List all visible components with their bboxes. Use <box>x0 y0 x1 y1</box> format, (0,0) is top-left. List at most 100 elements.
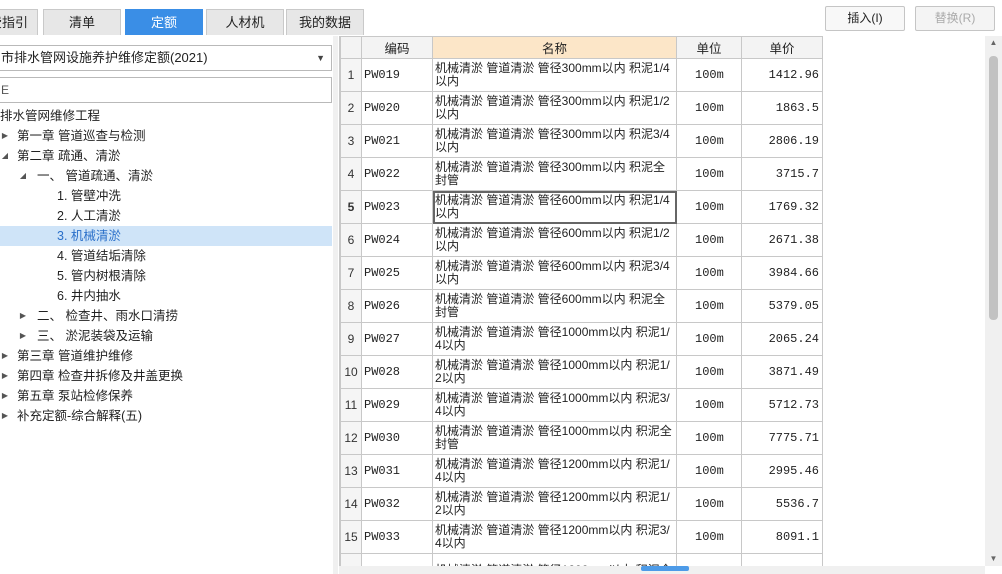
column-header-code[interactable]: 编码 <box>361 36 433 59</box>
cell-unit[interactable]: 100m <box>676 223 742 257</box>
cell-price[interactable]: 1412.96 <box>741 58 823 92</box>
collapse-triangle-icon[interactable]: ▶ <box>0 386 10 406</box>
cell-code[interactable]: PW026 <box>361 289 433 323</box>
cell-price[interactable]: 5379.05 <box>741 289 823 323</box>
cell-price[interactable]: 3715.7 <box>741 157 823 191</box>
replace-button[interactable]: 替换(R) <box>915 6 995 31</box>
cell-code[interactable]: PW023 <box>361 190 433 224</box>
collapse-triangle-icon[interactable]: ▶ <box>0 406 10 426</box>
row-number[interactable]: 6 <box>340 223 362 257</box>
cell-name[interactable]: 机械清淤 管道清淤 管径1000mm以内 积泥3/4以内 <box>432 388 677 422</box>
cell-name[interactable]: 机械清淤 管道清淤 管径300mm以内 积泥全封管 <box>432 157 677 191</box>
cell-code[interactable]: PW019 <box>361 58 433 92</box>
cell-price[interactable]: 8091.1 <box>741 520 823 554</box>
tree-item[interactable]: 4. 管道结垢清除 <box>0 246 332 266</box>
cell-name[interactable]: 机械清淤 管道清淤 管径300mm以内 积泥1/2以内 <box>432 91 677 125</box>
cell-name[interactable]: 机械清淤 管道清淤 管径1200mm以内 积泥全 <box>432 553 677 566</box>
cell-price[interactable]: 2806.19 <box>741 124 823 158</box>
cell-code[interactable]: PW021 <box>361 124 433 158</box>
cell-unit[interactable]: 100m <box>676 289 742 323</box>
table-row[interactable]: 1 PW019 机械清淤 管道清淤 管径300mm以内 积泥1/4以内 100m 141… <box>340 58 823 92</box>
cell-name[interactable]: 机械清淤 管道清淤 管径1000mm以内 积泥1/2以内 <box>432 355 677 389</box>
tree-item[interactable]: ◢ 第二章 疏通、清淤 <box>0 146 332 166</box>
table-row[interactable]: 15 PW033 机械清淤 管道清淤 管径1200mm以内 积泥3/4以内 100m 8… <box>340 520 823 554</box>
table-row[interactable]: 10 PW028 机械清淤 管道清淤 管径1000mm以内 积泥1/2以内 100m 3… <box>340 355 823 389</box>
cell-code[interactable]: PW030 <box>361 421 433 455</box>
table-row[interactable]: 5 PW023 机械清淤 管道清淤 管径600mm以内 积泥1/4以内 100m 176… <box>340 190 823 224</box>
cell-price[interactable]: 2065.24 <box>741 322 823 356</box>
cell-code[interactable]: PW027 <box>361 322 433 356</box>
tree-item[interactable]: ▶ 第四章 检查井拆修及井盖更换 <box>0 366 332 386</box>
cell-price[interactable]: 1863.5 <box>741 91 823 125</box>
cell-code[interactable]: PW025 <box>361 256 433 290</box>
tree-item[interactable]: 5. 管内树根清除 <box>0 266 332 286</box>
scroll-up-icon[interactable]: ▲ <box>985 36 1002 50</box>
cell-unit[interactable]: 100m <box>676 421 742 455</box>
tab-quota[interactable]: 定额 <box>125 9 203 35</box>
cell-code[interactable]: PW024 <box>361 223 433 257</box>
cell-unit[interactable] <box>676 553 742 566</box>
cell-unit[interactable]: 100m <box>676 256 742 290</box>
row-number[interactable]: 9 <box>340 322 362 356</box>
tree-item[interactable]: 1. 管壁冲洗 <box>0 186 332 206</box>
tree-item[interactable]: ◢ 一、 管道疏通、清淤 <box>0 166 332 186</box>
row-number[interactable]: 2 <box>340 91 362 125</box>
cell-unit[interactable]: 100m <box>676 124 742 158</box>
table-row[interactable]: 8 PW026 机械清淤 管道清淤 管径600mm以内 积泥全封管 100m 5379.… <box>340 289 823 323</box>
cell-price[interactable]: 3984.66 <box>741 256 823 290</box>
scroll-down-icon[interactable]: ▼ <box>985 552 1002 566</box>
cell-code[interactable]: PW029 <box>361 388 433 422</box>
cell-unit[interactable]: 100m <box>676 58 742 92</box>
cell-unit[interactable]: 100m <box>676 190 742 224</box>
row-number[interactable]: 14 <box>340 487 362 521</box>
tree-item[interactable]: 3. 机械清淤 <box>0 226 332 246</box>
cell-unit[interactable]: 100m <box>676 454 742 488</box>
tree-item[interactable]: ▶ 第一章 管道巡查与检测 <box>0 126 332 146</box>
cell-name[interactable]: 机械清淤 管道清淤 管径1200mm以内 积泥1/4以内 <box>432 454 677 488</box>
cell-code[interactable] <box>361 553 433 566</box>
row-number[interactable] <box>340 553 362 566</box>
panel-splitter[interactable] <box>333 36 338 574</box>
cell-code[interactable]: PW031 <box>361 454 433 488</box>
cell-unit[interactable]: 100m <box>676 388 742 422</box>
cell-price[interactable]: 7775.71 <box>741 421 823 455</box>
row-number[interactable]: 15 <box>340 520 362 554</box>
table-row[interactable]: 9 PW027 机械清淤 管道清淤 管径1000mm以内 积泥1/4以内 100m 20… <box>340 322 823 356</box>
tree-item[interactable]: ▶ 三、 淤泥装袋及运输 <box>0 326 332 346</box>
cell-price[interactable]: 2995.46 <box>741 454 823 488</box>
row-number[interactable]: 10 <box>340 355 362 389</box>
scrollbar-thumb[interactable] <box>989 56 998 320</box>
tab-labor-material-machine[interactable]: 人材机 <box>206 9 284 35</box>
table-row[interactable]: 13 PW031 机械清淤 管道清淤 管径1200mm以内 积泥1/4以内 100m 2… <box>340 454 823 488</box>
tree-item[interactable]: ▶ 补充定额-综合解释(五) <box>0 406 332 426</box>
cell-price[interactable]: 1769.32 <box>741 190 823 224</box>
expand-triangle-icon[interactable]: ◢ <box>18 166 28 186</box>
row-number[interactable]: 8 <box>340 289 362 323</box>
table-row[interactable]: 机械清淤 管道清淤 管径1200mm以内 积泥全 <box>340 553 823 566</box>
row-number[interactable]: 7 <box>340 256 362 290</box>
table-row[interactable]: 14 PW032 机械清淤 管道清淤 管径1200mm以内 积泥1/2以内 100m 5… <box>340 487 823 521</box>
cell-name[interactable]: 机械清淤 管道清淤 管径1200mm以内 积泥1/2以内 <box>432 487 677 521</box>
tab-bill[interactable]: 清单 <box>43 9 121 35</box>
row-number[interactable]: 1 <box>340 58 362 92</box>
cell-code[interactable]: PW020 <box>361 91 433 125</box>
table-row[interactable]: 11 PW029 机械清淤 管道清淤 管径1000mm以内 积泥3/4以内 100m 5… <box>340 388 823 422</box>
cell-price[interactable]: 5536.7 <box>741 487 823 521</box>
tree-item[interactable]: ▶ 第五章 泵站检修保养 <box>0 386 332 406</box>
row-number[interactable]: 3 <box>340 124 362 158</box>
cell-price[interactable] <box>741 553 823 566</box>
table-row[interactable]: 2 PW020 机械清淤 管道清淤 管径300mm以内 积泥1/2以内 100m 186… <box>340 91 823 125</box>
chevron-down-icon[interactable]: ▼ <box>316 46 325 70</box>
tree-item[interactable]: 排水管网维修工程 <box>0 106 332 126</box>
collapse-triangle-icon[interactable]: ▶ <box>0 366 10 386</box>
table-row[interactable]: 12 PW030 机械清淤 管道清淤 管径1000mm以内 积泥全封管 100m 777… <box>340 421 823 455</box>
row-number[interactable]: 11 <box>340 388 362 422</box>
tab-my-data[interactable]: 我的数据 <box>286 9 364 35</box>
cell-unit[interactable]: 100m <box>676 487 742 521</box>
insert-button[interactable]: 插入(I) <box>825 6 905 31</box>
cell-price[interactable]: 5712.73 <box>741 388 823 422</box>
cell-name[interactable]: 机械清淤 管道清淤 管径1000mm以内 积泥1/4以内 <box>432 322 677 356</box>
cell-code[interactable]: PW033 <box>361 520 433 554</box>
cell-unit[interactable]: 100m <box>676 355 742 389</box>
collapse-triangle-icon[interactable]: ▶ <box>18 306 28 326</box>
